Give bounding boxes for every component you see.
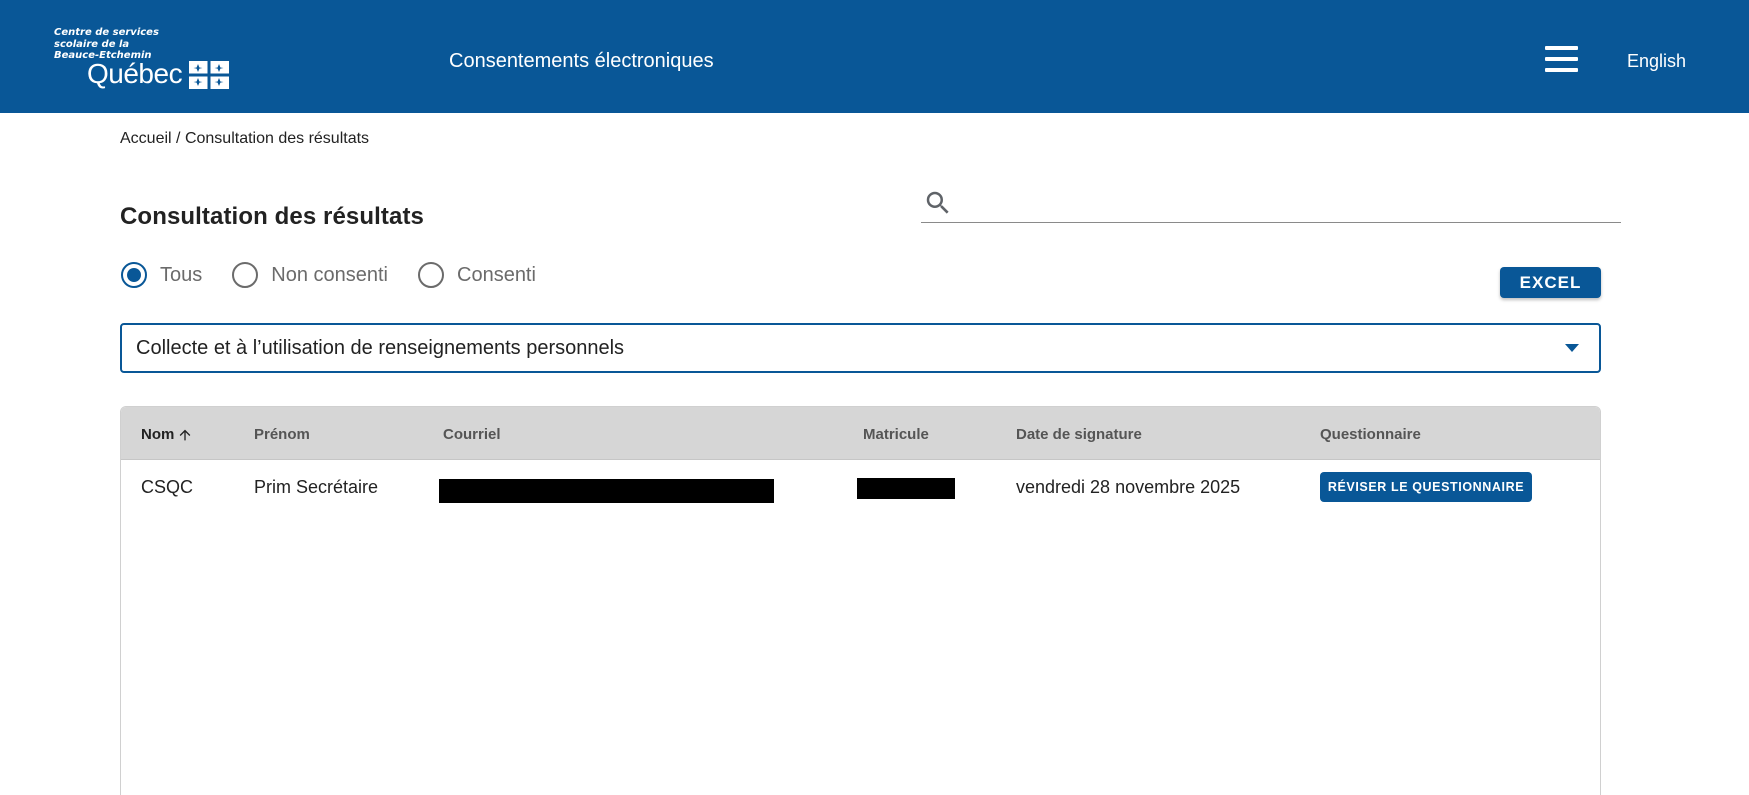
results-table: Nom Prénom Courriel Matricule Date de si… bbox=[120, 406, 1601, 795]
breadcrumb-current: Consultation des résultats bbox=[184, 130, 370, 147]
cell-courriel-redacted bbox=[439, 479, 774, 503]
hamburger-menu-icon[interactable] bbox=[1545, 46, 1579, 74]
search-icon bbox=[926, 191, 949, 214]
logo-wordmark-group: Québec bbox=[87, 58, 230, 89]
search-field bbox=[921, 183, 1621, 223]
breadcrumb-separator: / bbox=[176, 130, 181, 147]
arrow-up-icon bbox=[180, 429, 191, 440]
quebec-logo[interactable]: Centre de services scolaire de la Beauce… bbox=[54, 27, 234, 92]
search-input[interactable] bbox=[953, 184, 1621, 221]
column-header-label: Nom bbox=[141, 426, 175, 443]
radio-tous[interactable]: Tous bbox=[121, 262, 202, 288]
top-navigation-bar: Centre de services scolaire de la Beauce… bbox=[0, 0, 1749, 113]
review-questionnaire-button[interactable]: RÉVISER LE QUESTIONNAIRE bbox=[1320, 472, 1532, 502]
caret-down-icon bbox=[1565, 344, 1579, 352]
logo-org-line1: Centre de services bbox=[54, 27, 159, 38]
form-select-value: Collecte et à l’utilisation de renseigne… bbox=[136, 336, 625, 359]
cell-matricule-redacted bbox=[857, 478, 955, 499]
radio-unchecked-icon bbox=[418, 262, 444, 288]
radio-label: Tous bbox=[160, 263, 203, 286]
column-header-nom[interactable]: Nom bbox=[141, 426, 193, 443]
form-select-dropdown[interactable]: Collecte et à l’utilisation de renseigne… bbox=[120, 323, 1601, 373]
page-title: Consultation des résultats bbox=[120, 203, 424, 230]
radio-checked-icon bbox=[121, 262, 147, 288]
table-row: CSQC Prim Secrétaire vendredi 28 novembr… bbox=[121, 461, 1600, 509]
cell-prenom: Prim Secrétaire bbox=[254, 477, 379, 497]
quebec-fleurdelise-icon bbox=[189, 61, 230, 89]
app-title: Consentements électroniques bbox=[449, 50, 714, 72]
column-header-prenom[interactable]: Prénom bbox=[254, 426, 310, 443]
column-header-date-signature[interactable]: Date de signature bbox=[1016, 426, 1142, 443]
column-header-courriel[interactable]: Courriel bbox=[443, 426, 501, 443]
column-header-matricule[interactable]: Matricule bbox=[863, 426, 929, 443]
radio-unchecked-icon bbox=[232, 262, 259, 288]
radio-consenti[interactable]: Consenti bbox=[418, 262, 536, 288]
logo-organization-name: Centre de services scolaire de la Beauce… bbox=[54, 27, 174, 62]
language-toggle-link[interactable]: English bbox=[1627, 51, 1686, 72]
cell-date-signature: vendredi 28 novembre 2025 bbox=[1016, 477, 1241, 497]
radio-label: Consenti bbox=[457, 263, 536, 286]
logo-org-line2: scolaire de la bbox=[54, 38, 130, 50]
radio-label: Non consenti bbox=[271, 263, 388, 286]
breadcrumb-home-link[interactable]: Accueil bbox=[120, 130, 172, 147]
column-header-questionnaire[interactable]: Questionnaire bbox=[1320, 426, 1421, 443]
excel-export-button[interactable]: EXCEL bbox=[1500, 267, 1601, 298]
consent-filter-radio-group: Tous Non consenti Consenti bbox=[121, 262, 566, 288]
cell-nom: CSQC bbox=[141, 477, 194, 497]
radio-non-consenti[interactable]: Non consenti bbox=[232, 262, 388, 288]
breadcrumb: Accueil / Consultation des résultats bbox=[120, 130, 369, 148]
logo-wordmark: Québec bbox=[87, 58, 183, 89]
table-header-row: Nom Prénom Courriel Matricule Date de si… bbox=[121, 407, 1600, 460]
